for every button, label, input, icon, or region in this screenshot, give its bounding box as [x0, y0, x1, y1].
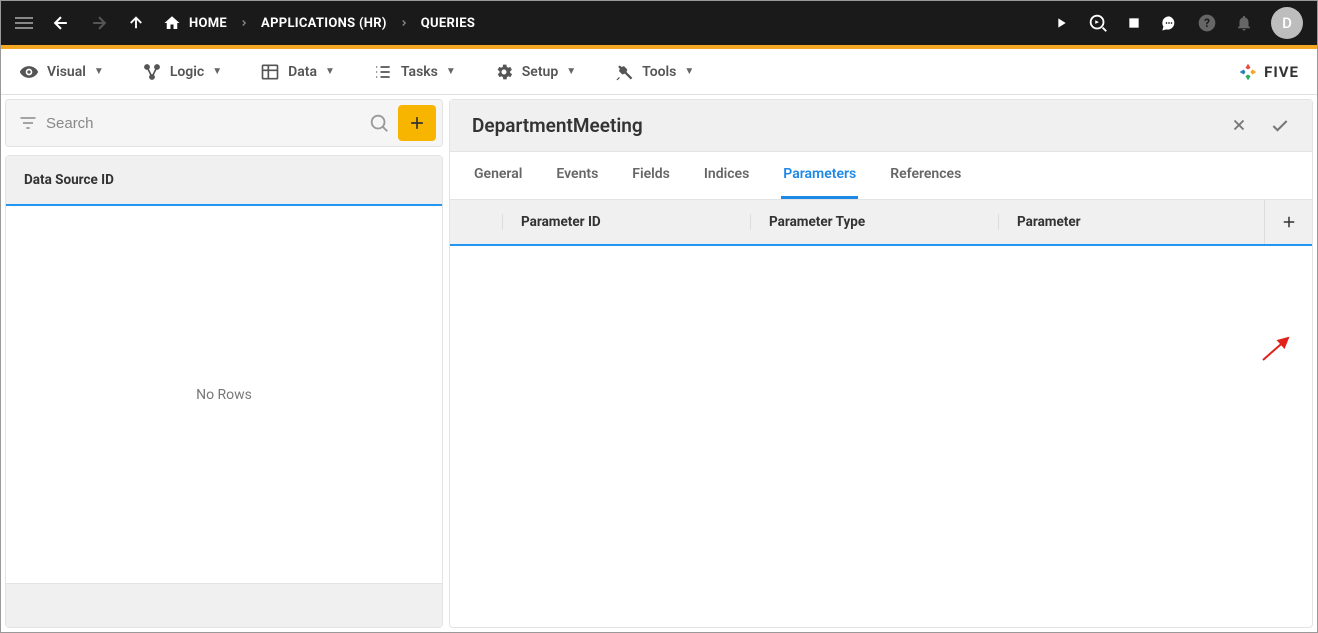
tab-fields[interactable]: Fields: [630, 152, 672, 199]
menu-visual-label: Visual: [47, 64, 86, 80]
add-button[interactable]: [398, 105, 436, 141]
topbar-right: ? D: [1053, 7, 1303, 39]
search-play-icon[interactable]: [1087, 12, 1109, 34]
table-icon: [260, 62, 280, 82]
bell-icon[interactable]: [1235, 14, 1253, 32]
list-footer: [6, 583, 442, 627]
dropdown-icon: ▼: [325, 66, 335, 77]
list-column-header[interactable]: Data Source ID: [6, 156, 442, 206]
menu-setup-label: Setup: [522, 64, 558, 80]
tabs: General Events Fields Indices Parameters…: [450, 152, 1312, 200]
breadcrumb-app[interactable]: APPLICATIONS (HR): [261, 16, 387, 31]
menu-logic[interactable]: Logic ▼: [142, 62, 222, 82]
menu-data[interactable]: Data ▼: [260, 62, 335, 82]
avatar[interactable]: D: [1271, 7, 1303, 39]
tools-icon: [614, 62, 634, 82]
tasks-icon: [373, 62, 393, 82]
menu-bar: Visual ▼ Logic ▼ Data ▼ Tasks ▼ Setup ▼ …: [1, 49, 1317, 95]
grid-body: [450, 246, 1312, 627]
help-icon[interactable]: ?: [1197, 13, 1217, 33]
plus-icon: [407, 113, 427, 133]
list-empty: No Rows: [6, 206, 442, 583]
detail-title: DepartmentMeeting: [472, 114, 1230, 137]
menu-tasks[interactable]: Tasks ▼: [373, 62, 456, 82]
menu-data-label: Data: [288, 64, 317, 80]
topbar-left: HOME APPLICATIONS (HR) QUERIES: [15, 13, 1053, 33]
detail-actions: [1230, 116, 1290, 136]
search-input[interactable]: [46, 115, 360, 132]
forward-icon[interactable]: [89, 13, 109, 33]
chat-bot-icon[interactable]: [1159, 13, 1179, 33]
menu-tasks-label: Tasks: [401, 64, 438, 80]
search-icon[interactable]: [368, 112, 390, 134]
tab-general[interactable]: General: [472, 152, 524, 199]
dropdown-icon: ▼: [212, 66, 222, 77]
breadcrumb-home-label: HOME: [189, 16, 227, 31]
chevron-right-icon: [239, 18, 249, 28]
top-bar: HOME APPLICATIONS (HR) QUERIES ? D: [1, 1, 1317, 49]
close-icon[interactable]: [1230, 116, 1248, 136]
check-icon[interactable]: [1270, 116, 1290, 136]
up-icon[interactable]: [127, 14, 145, 32]
menu-setup[interactable]: Setup ▼: [494, 62, 576, 82]
tab-indices[interactable]: Indices: [702, 152, 751, 199]
grid-col-parameter-id[interactable]: Parameter ID: [502, 214, 750, 230]
grid-col-parameter[interactable]: Parameter: [998, 214, 1264, 230]
tab-parameters[interactable]: Parameters: [781, 152, 858, 199]
detail-header: DepartmentMeeting: [450, 100, 1312, 152]
list-panel: Data Source ID No Rows: [5, 155, 443, 628]
filter-icon[interactable]: [18, 113, 38, 133]
menu-visual[interactable]: Visual ▼: [19, 62, 104, 82]
list-empty-text: No Rows: [196, 387, 252, 403]
breadcrumb-section[interactable]: QUERIES: [421, 16, 475, 31]
brand-logo: FIVE: [1238, 62, 1299, 82]
grid-add-button[interactable]: [1264, 200, 1312, 244]
dropdown-icon: ▼: [566, 66, 576, 77]
back-icon[interactable]: [51, 13, 71, 33]
grid-col-parameter-type[interactable]: Parameter Type: [750, 214, 998, 230]
breadcrumb: HOME APPLICATIONS (HR) QUERIES: [163, 14, 475, 32]
play-icon[interactable]: [1053, 15, 1069, 31]
avatar-letter: D: [1282, 14, 1292, 32]
detail-panel: DepartmentMeeting General Events Fields …: [449, 99, 1313, 628]
hamburger-icon[interactable]: [15, 17, 33, 29]
svg-text:?: ?: [1204, 16, 1210, 30]
dropdown-icon: ▼: [94, 66, 104, 77]
eye-icon: [19, 62, 39, 82]
left-panel: Data Source ID No Rows: [5, 95, 443, 628]
content-area: Data Source ID No Rows DepartmentMeeting…: [1, 95, 1317, 632]
search-row: [5, 99, 443, 147]
tab-references[interactable]: References: [888, 152, 963, 199]
dropdown-icon: ▼: [446, 66, 456, 77]
dropdown-icon: ▼: [684, 66, 694, 77]
logic-icon: [142, 62, 162, 82]
menu-tools-label: Tools: [642, 64, 676, 80]
home-icon: [163, 14, 181, 32]
plus-icon: [1280, 213, 1298, 231]
grid-header: Parameter ID Parameter Type Parameter: [450, 200, 1312, 246]
menu-logic-label: Logic: [170, 64, 204, 80]
breadcrumb-home[interactable]: HOME: [163, 14, 227, 32]
tab-events[interactable]: Events: [554, 152, 600, 199]
brand-text: FIVE: [1264, 63, 1299, 81]
stop-icon[interactable]: [1127, 16, 1141, 30]
logo-mark-icon: [1238, 62, 1258, 82]
chevron-right-icon: [399, 18, 409, 28]
gear-icon: [494, 62, 514, 82]
menu-tools[interactable]: Tools ▼: [614, 62, 694, 82]
